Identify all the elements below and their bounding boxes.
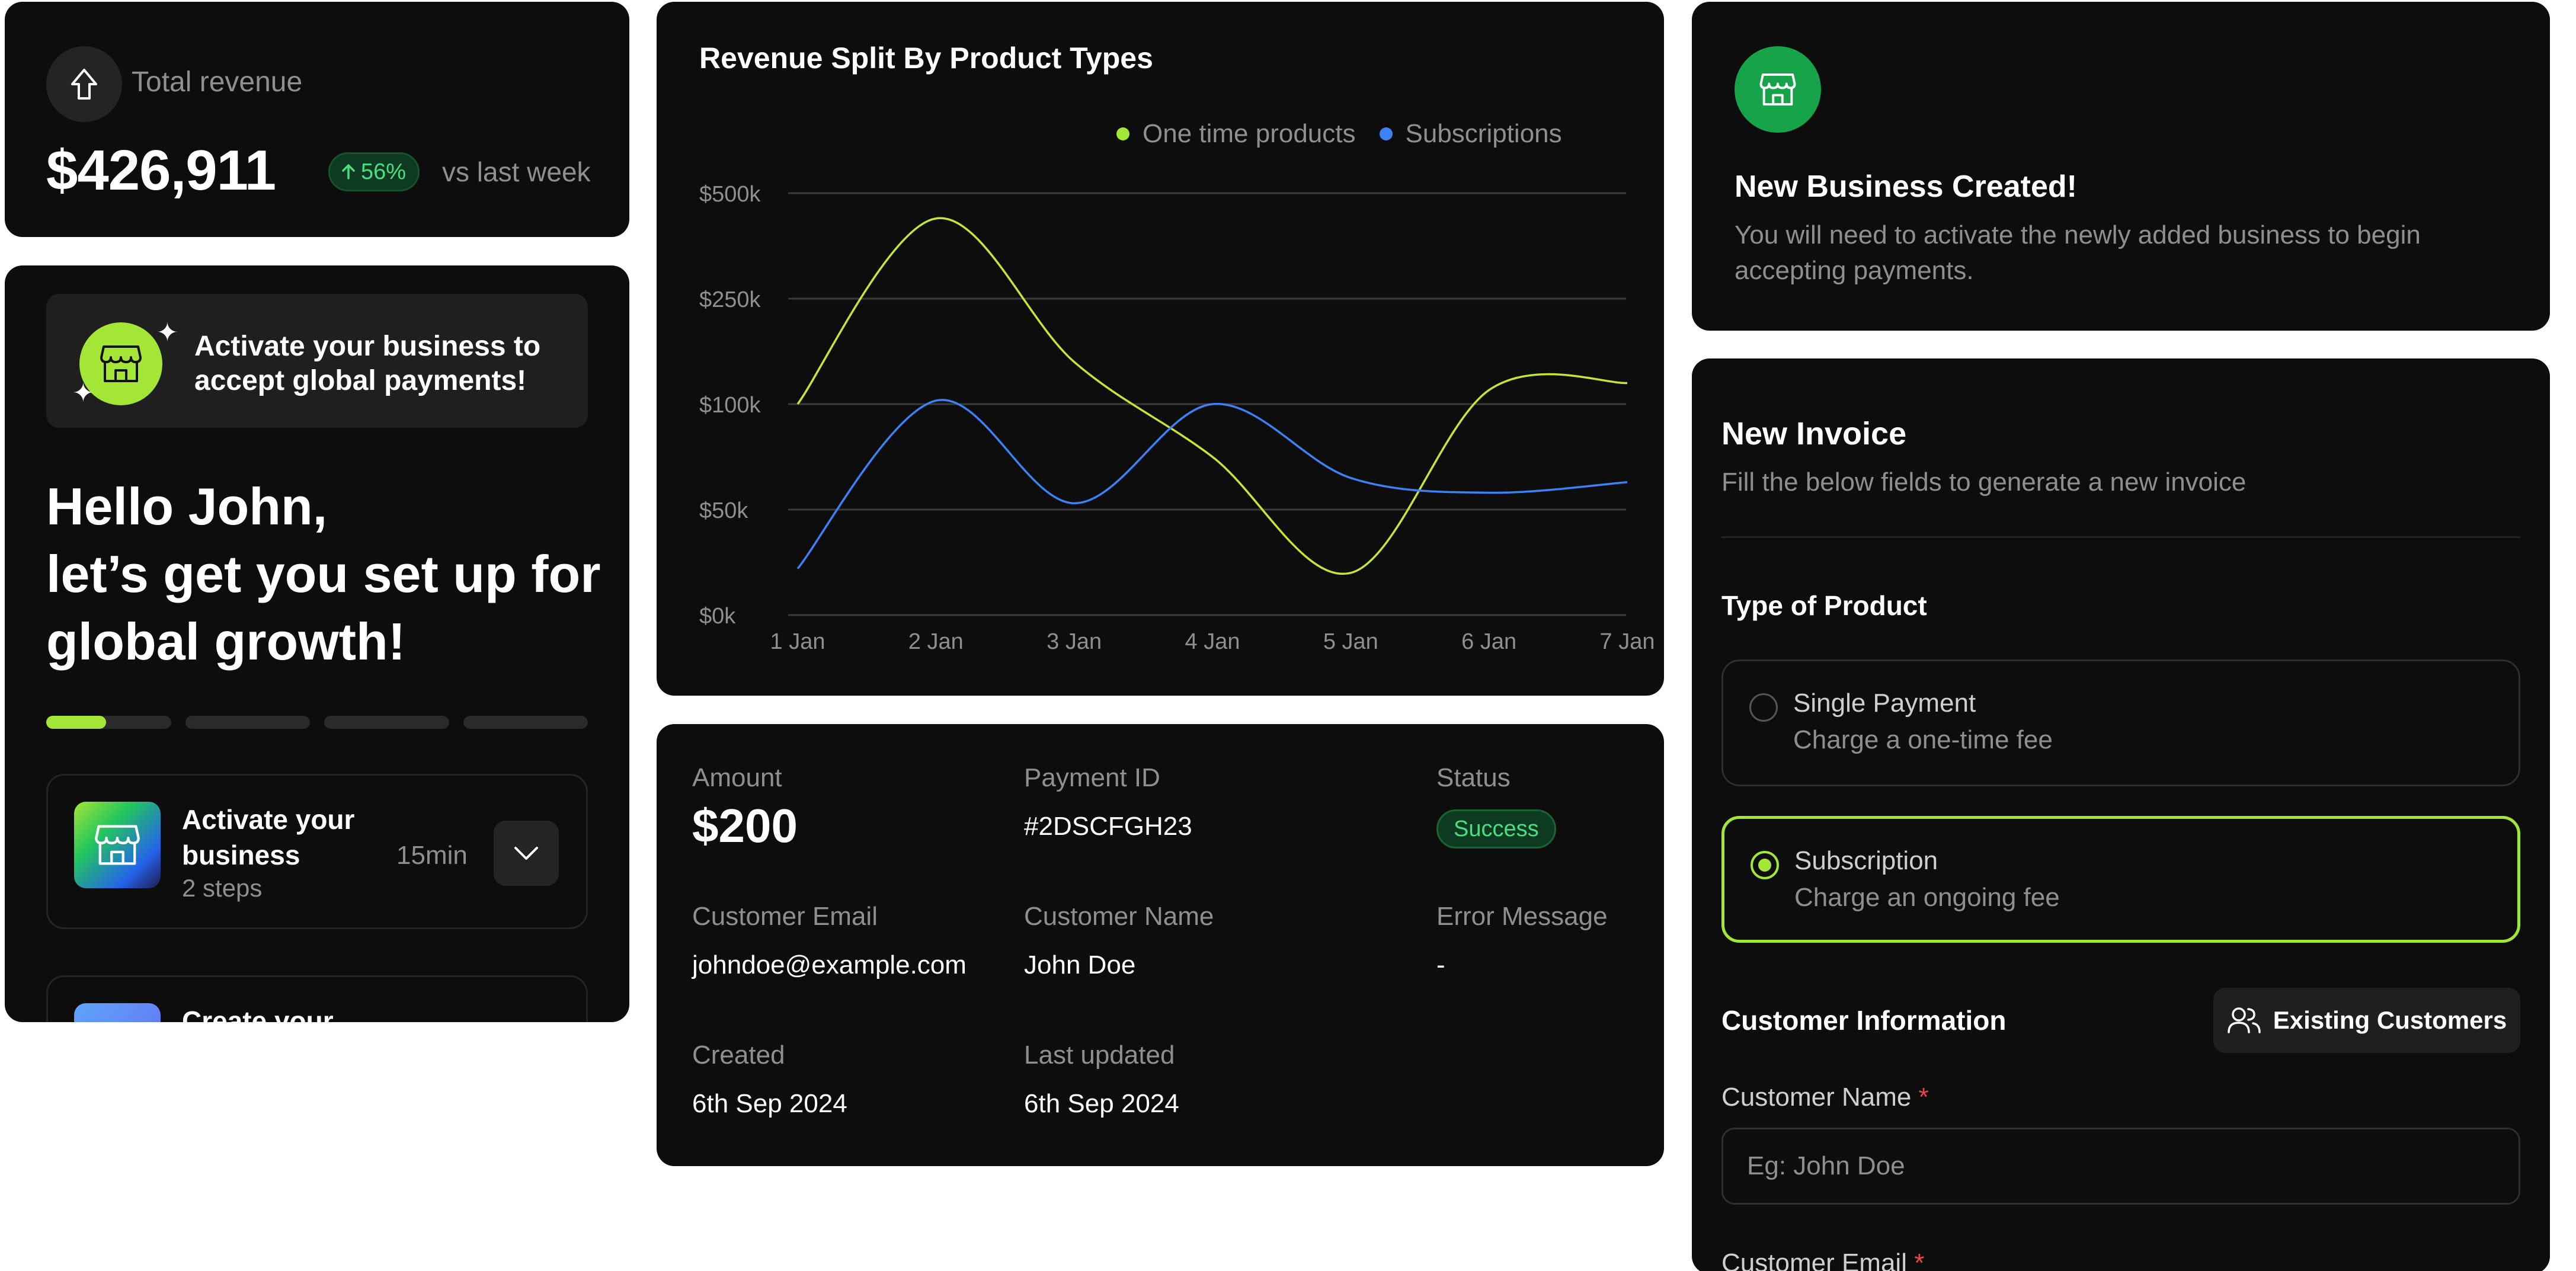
last-updated-value: 6th Sep 2024 — [1024, 1089, 1179, 1118]
option-description: Charge an ongoing fee — [1794, 883, 2060, 912]
activation-banner[interactable]: ✦ ✦ Activate your business to accept glo… — [46, 294, 588, 428]
shop-icon — [1735, 46, 1821, 133]
existing-customers-button[interactable]: Existing Customers — [2213, 988, 2520, 1053]
product-type-label: Type of Product — [1721, 590, 1927, 621]
onboarding-card: ✦ ✦ Activate your business to accept glo… — [5, 265, 629, 1022]
onboarding-progress — [46, 716, 588, 729]
customer-name-input[interactable] — [1721, 1128, 2520, 1205]
line-chart: $0k $50k $100k $250k $500k 1 Jan 2 Jan 3 Jan 4 J… — [699, 182, 1655, 654]
option-title: Single Payment — [1793, 689, 1976, 718]
progress-segment — [185, 716, 310, 729]
customer-name-field-label: Customer Name * — [1721, 1083, 1929, 1112]
arrow-up-icon — [46, 46, 122, 122]
series-line-subscriptions — [796, 399, 1628, 569]
created-label: Created — [692, 1041, 785, 1070]
option-description: Charge a one-time fee — [1793, 725, 2053, 754]
existing-customers-label: Existing Customers — [2273, 1006, 2507, 1034]
error-message-label: Error Message — [1436, 902, 1608, 931]
option-subscription[interactable]: Subscription Charge an ongoing fee — [1721, 816, 2520, 943]
revenue-change-value: 56% — [361, 159, 407, 184]
customer-email-field-label: Customer Email * — [1721, 1248, 1924, 1271]
progress-fill — [46, 716, 107, 729]
business-title: New Business Created! — [1735, 169, 2077, 204]
progress-segment — [324, 716, 449, 729]
status-badge: Success — [1436, 809, 1556, 849]
x-tick-label: 4 Jan — [1185, 629, 1240, 654]
customer-email-label: Customer Email — [692, 902, 878, 931]
arrow-up-small-icon — [342, 164, 355, 180]
required-mark: * — [1914, 1248, 1925, 1271]
customer-name-value: John Doe — [1024, 950, 1136, 979]
amount-value: $200 — [692, 799, 798, 852]
amount-label: Amount — [692, 763, 782, 792]
sparkle-icon: ✦ — [156, 318, 178, 347]
new-invoice-card: New Invoice Fill the below fields to gen… — [1692, 358, 2550, 1271]
business-description: You will need to activate the newly adde… — [1735, 220, 2421, 285]
task-name: Activate your business — [182, 804, 355, 870]
x-tick-label: 2 Jan — [908, 629, 964, 654]
task-item-create[interactable]: Create your — [46, 975, 588, 1022]
payment-id-value: #2DSCFGH23 — [1024, 812, 1192, 841]
radio-button-selected[interactable] — [1751, 851, 1779, 879]
x-tick-label: 1 Jan — [770, 629, 825, 654]
users-icon — [2228, 1007, 2261, 1033]
invoice-description: Fill the below fields to generate a new … — [1721, 468, 2247, 497]
option-title: Subscription — [1794, 846, 1938, 875]
chevron-down-icon[interactable] — [494, 821, 559, 886]
greeting-line-1: Hello John, — [46, 477, 328, 536]
greeting-heading: Hello John, let’s get you set up for glo… — [46, 473, 615, 675]
task-duration: 15min — [396, 841, 468, 870]
customer-email-value: johndoe@example.com — [692, 950, 967, 979]
payment-details-card: Amount $200 Payment ID #2DSCFGH23 Status… — [657, 724, 1664, 1166]
revenue-change-badge: 56% — [328, 152, 420, 191]
shop-icon — [74, 802, 161, 888]
task-steps: 2 steps — [182, 874, 263, 902]
x-tick-label: 5 Jan — [1323, 629, 1378, 654]
sparkle-icon: ✦ — [72, 379, 94, 408]
revenue-chart-card: Revenue Split By Product Types One time … — [657, 2, 1664, 696]
error-message-value: - — [1436, 950, 1445, 979]
option-single-payment[interactable]: Single Payment Charge a one-time fee — [1721, 659, 2520, 786]
task-item-activate-business[interactable]: Activate your business 2 steps 15min — [46, 774, 588, 929]
required-mark: * — [1918, 1083, 1929, 1112]
customer-name-label: Customer Name — [1024, 902, 1214, 931]
x-tick-label: 3 Jan — [1047, 629, 1102, 654]
revenue-comparison: vs last week — [442, 156, 591, 187]
customer-name-label-text: Customer Name — [1721, 1083, 1912, 1112]
x-tick-label: 6 Jan — [1461, 629, 1516, 654]
customer-email-label-text: Customer Email — [1721, 1248, 1907, 1271]
y-tick-label: $100k — [699, 393, 761, 418]
task-thumbnail — [74, 1003, 161, 1022]
y-tick-label: $50k — [699, 498, 748, 523]
series-line-one-time-products — [796, 217, 1628, 575]
invoice-title: New Invoice — [1721, 416, 1907, 452]
progress-segment — [463, 716, 588, 729]
revenue-title: Total revenue — [132, 66, 303, 98]
x-tick-label: 7 Jan — [1600, 629, 1655, 654]
y-tick-label: $250k — [699, 287, 761, 312]
activation-banner-text: Activate your business to accept global … — [194, 331, 541, 396]
created-value: 6th Sep 2024 — [692, 1089, 847, 1118]
new-business-card: New Business Created! You will need to a… — [1692, 2, 2550, 331]
last-updated-label: Last updated — [1024, 1041, 1175, 1070]
revenue-amount: $426,911 — [46, 139, 276, 202]
total-revenue-card: Total revenue $426,911 56% vs last week — [5, 2, 629, 237]
y-tick-label: $500k — [699, 182, 761, 207]
greeting-line-2: let’s get you set up for global growth! — [46, 545, 601, 671]
customer-info-label: Customer Information — [1721, 1005, 2007, 1036]
payment-id-label: Payment ID — [1024, 763, 1160, 792]
radio-button[interactable] — [1749, 693, 1778, 722]
progress-segment — [46, 716, 171, 729]
y-tick-label: $0k — [699, 604, 736, 629]
divider — [1721, 536, 2520, 538]
task-name: Create your — [182, 1006, 334, 1022]
status-label: Status — [1436, 763, 1511, 792]
